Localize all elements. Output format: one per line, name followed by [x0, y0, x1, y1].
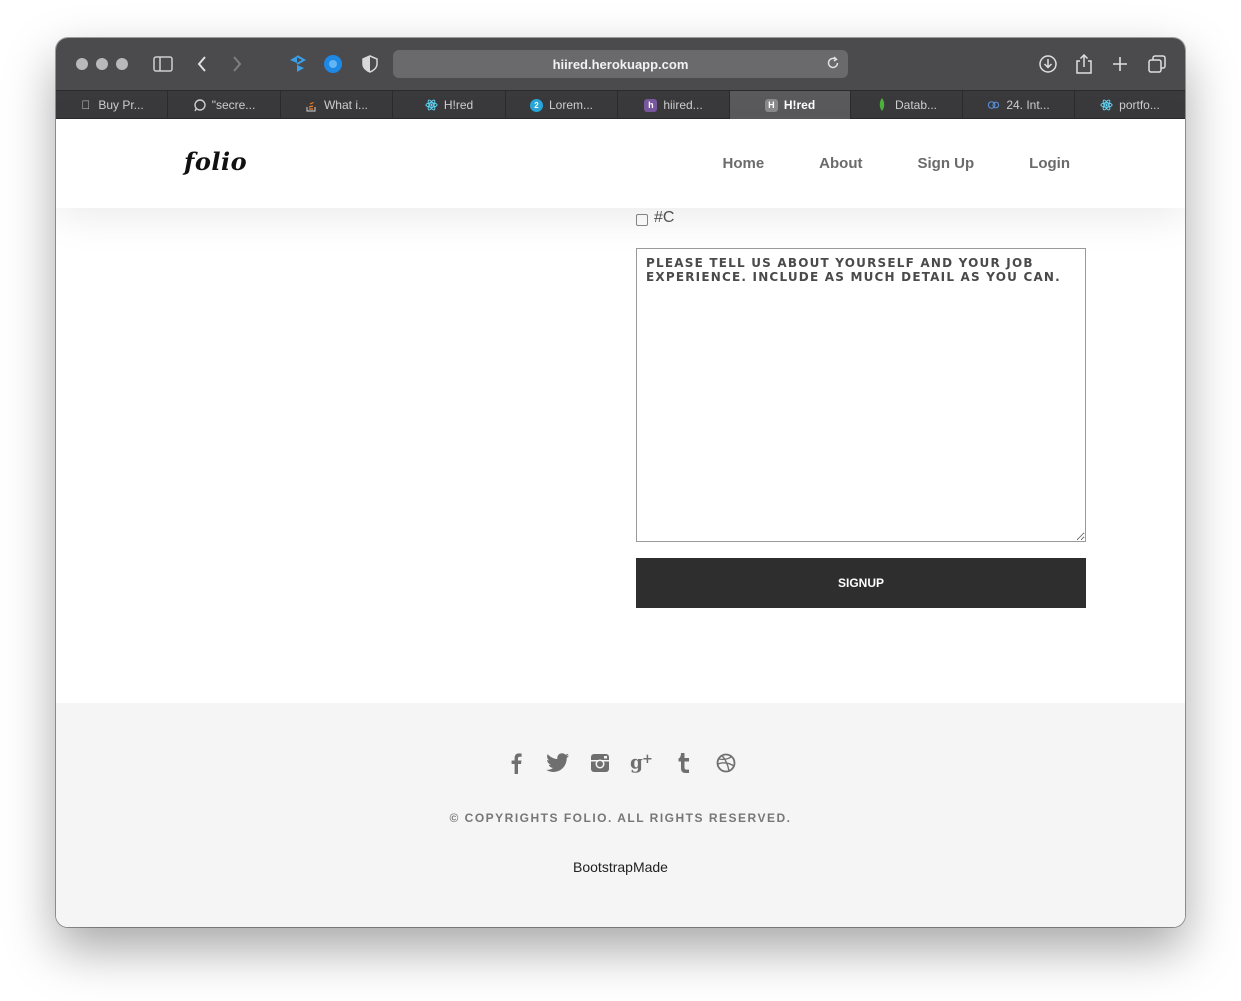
extension-globe-icon[interactable] — [321, 52, 345, 76]
experience-textarea[interactable] — [636, 248, 1086, 542]
browser-toolbar: hiired.herokuapp.com — [56, 38, 1185, 90]
react-icon — [425, 99, 438, 112]
downloads-icon[interactable] — [1036, 52, 1060, 76]
skill-checkbox-label: #C — [654, 209, 675, 226]
tab-hired-react[interactable]: H!red — [393, 91, 506, 119]
signup-button[interactable]: SIGNUP — [636, 558, 1086, 608]
forward-icon[interactable] — [225, 52, 249, 76]
minimize-window-button[interactable] — [96, 58, 108, 70]
close-window-button[interactable] — [76, 58, 88, 70]
instagram-icon[interactable] — [588, 751, 612, 775]
zoom-window-button[interactable] — [116, 58, 128, 70]
tab-secret[interactable]: "secre... — [168, 91, 281, 119]
tab-buy-pr[interactable]:  Buy Pr... — [56, 91, 168, 119]
copyright-text: © COPYRIGHTS FOLIO. ALL RIGHTS RESERVED. — [449, 811, 792, 825]
credit-link[interactable]: BootstrapMade — [56, 859, 1185, 875]
skill-checkbox-row[interactable]: #C — [636, 209, 674, 227]
globe-icon: 2 — [529, 98, 543, 112]
nav-home-link[interactable]: Home — [722, 155, 764, 172]
dribbble-icon[interactable] — [714, 751, 738, 775]
web-page: folio Home About Sign Up Login #C SIGNUP — [56, 119, 1185, 927]
skill-checkbox[interactable] — [636, 214, 648, 226]
tab-database[interactable]: Datab... — [851, 91, 963, 119]
tab-overview-icon[interactable] — [1145, 52, 1169, 76]
react-icon — [1100, 99, 1113, 112]
tab-portfolio[interactable]: portfo... — [1075, 91, 1185, 119]
mongodb-icon — [876, 98, 889, 112]
tab-hiired[interactable]: h hiired... — [618, 91, 730, 119]
share-icon[interactable] — [1072, 52, 1096, 76]
browser-window: hiired.herokuapp.com  Buy Pr... "secre.… — [56, 38, 1185, 927]
nav-about-link[interactable]: About — [819, 155, 862, 172]
new-tab-icon[interactable] — [1108, 52, 1132, 76]
site-navbar: folio Home About Sign Up Login — [56, 119, 1185, 208]
stackoverflow-icon — [305, 99, 318, 112]
google-plus-icon[interactable]: g + — [630, 751, 654, 775]
twitter-icon[interactable] — [545, 751, 570, 775]
svg-text:+: + — [642, 752, 653, 767]
facebook-icon[interactable] — [504, 751, 528, 775]
brand-logo[interactable]: folio — [184, 147, 247, 176]
url-text: hiired.herokuapp.com — [552, 56, 689, 72]
apple-icon:  — [79, 98, 92, 112]
tab-24-int[interactable]: 24. Int... — [963, 91, 1075, 119]
nav-links: Home About Sign Up Login — [722, 155, 1070, 172]
chat-icon — [193, 98, 206, 112]
privacy-shield-icon[interactable] — [358, 52, 382, 76]
heroku-icon: h — [644, 98, 658, 112]
sidebar-icon[interactable] — [151, 52, 175, 76]
reload-icon[interactable] — [826, 56, 842, 72]
site-footer: g + © COPYRIGHTS FOLIO. ALL RIGHTS RESERV… — [56, 703, 1185, 927]
extension-arrows-icon[interactable] — [285, 52, 309, 76]
tumblr-icon[interactable] — [672, 751, 696, 775]
address-bar[interactable]: hiired.herokuapp.com — [393, 50, 848, 78]
nav-signup-link[interactable]: Sign Up — [918, 155, 975, 172]
nav-login-link[interactable]: Login — [1029, 155, 1070, 172]
h-icon: H — [764, 98, 778, 112]
cloud-icon — [987, 99, 1000, 112]
tab-what-is[interactable]: What i... — [281, 91, 393, 119]
tab-bar:  Buy Pr... "secre... What i... H!red 2 … — [56, 90, 1185, 119]
social-links: g + — [56, 751, 1185, 775]
back-icon[interactable] — [190, 52, 214, 76]
tab-lorem[interactable]: 2 Lorem... — [506, 91, 618, 119]
svg-text:g: g — [630, 753, 643, 774]
tab-hired-active[interactable]: H H!red — [730, 91, 851, 119]
